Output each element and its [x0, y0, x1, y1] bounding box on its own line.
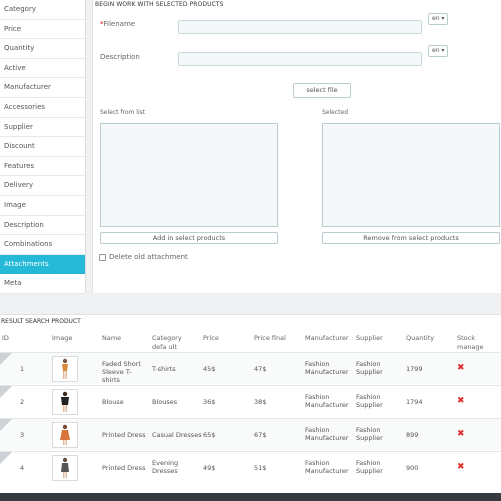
cell-name: Blouse: [102, 398, 124, 406]
column-header-supplier: Supplier: [356, 334, 383, 342]
cell-id: 4: [20, 464, 25, 472]
sidebar-item-discount[interactable]: Discount: [0, 137, 85, 157]
column-header-image: Image: [52, 334, 73, 342]
sidebar: Category Price Quantity Active Manufactu…: [0, 0, 86, 294]
cell-supplier: Fashion Supplier: [356, 393, 383, 409]
cell-category: Blouses: [152, 398, 178, 406]
row-select-corner[interactable]: [0, 452, 12, 464]
row-select-corner[interactable]: [0, 386, 12, 398]
product-thumbnail: [52, 356, 78, 382]
selected-label: Selected: [322, 109, 349, 116]
description-input[interactable]: [178, 52, 422, 66]
cell-name: Printed Dress: [102, 431, 146, 439]
sidebar-item-description[interactable]: Description: [0, 216, 85, 236]
bottom-bar: [0, 493, 501, 501]
cell-manufacturer: Fashion Manufacturer: [305, 426, 349, 442]
cell-price-final: 67$: [254, 431, 267, 439]
results-heading: RESULT SEARCH PRODUCT: [0, 314, 501, 328]
delete-old-attachment-label: Delete old attachment: [109, 253, 188, 261]
stock-disabled-icon[interactable]: ✖: [457, 363, 465, 373]
product-thumbnail: [52, 389, 78, 415]
column-header-category: Category defa ult: [152, 334, 182, 351]
sidebar-item-category[interactable]: Category: [0, 0, 85, 20]
cell-category: T-shirts: [152, 365, 176, 373]
remove-from-select-products-button[interactable]: Remove from select products: [322, 232, 500, 244]
select-from-list-label: Select from list: [100, 109, 146, 116]
cell-id: 3: [20, 431, 25, 439]
row-select-corner[interactable]: [0, 419, 12, 431]
filename-label: *Filename: [100, 20, 136, 28]
cell-price: 65$: [203, 431, 216, 439]
cell-name: Printed Dress: [102, 464, 146, 472]
cell-category: Evening Dresses: [152, 459, 179, 475]
table-row[interactable]: 2 Blouse Blouses 36$ 38$ Fashion Manufac…: [0, 385, 501, 417]
cell-price-final: 38$: [254, 398, 267, 406]
cell-category: Casual Dresses: [152, 431, 202, 439]
cell-price: 36$: [203, 398, 216, 406]
cell-manufacturer: Fashion Manufacturer: [305, 360, 349, 376]
column-header-quantity: Quantity: [406, 334, 435, 342]
sidebar-item-manufacturer[interactable]: Manufacturer: [0, 78, 85, 98]
cell-id: 1: [20, 365, 25, 373]
sidebar-item-accessories[interactable]: Accessories: [0, 98, 85, 118]
cell-price-final: 47$: [254, 365, 267, 373]
person-image-icon: [61, 391, 69, 412]
cell-quantity: 1799: [406, 365, 423, 373]
sidebar-item-image[interactable]: Image: [0, 196, 85, 216]
sidebar-item-price[interactable]: Price: [0, 20, 85, 40]
cell-quantity: 899: [406, 431, 419, 439]
select-file-button[interactable]: select file: [293, 83, 351, 98]
person-image-icon: [62, 358, 68, 379]
stock-disabled-icon[interactable]: ✖: [457, 396, 465, 406]
available-attachments-list[interactable]: [100, 123, 278, 227]
stock-disabled-icon[interactable]: ✖: [457, 462, 465, 472]
panel-heading: BEGIN WORK WITH SELECTED PRODUCTS: [95, 1, 224, 8]
sidebar-item-active[interactable]: Active: [0, 59, 85, 79]
sidebar-item-supplier[interactable]: Supplier: [0, 118, 85, 138]
cell-price-final: 51$: [254, 464, 267, 472]
delete-old-attachment-checkbox[interactable]: [99, 254, 106, 261]
sidebar-item-combinations[interactable]: Combinations: [0, 235, 85, 255]
sidebar-item-features[interactable]: Features: [0, 157, 85, 177]
column-header-price: Price: [203, 334, 219, 342]
cell-quantity: 1794: [406, 398, 423, 406]
column-header-price-final: Price final: [254, 334, 286, 342]
cell-quantity: 900: [406, 464, 419, 472]
stock-disabled-icon[interactable]: ✖: [457, 429, 465, 439]
description-label: Description: [100, 53, 140, 61]
add-in-select-products-button[interactable]: Add in select products: [100, 232, 278, 244]
sidebar-item-attachments[interactable]: Attachments: [0, 254, 85, 275]
sidebar-item-meta[interactable]: Meta: [0, 274, 85, 294]
table-row[interactable]: 1 Faded Short Sleeve T-shirts T-shirts 4…: [0, 352, 501, 384]
person-image-icon: [60, 424, 70, 445]
product-thumbnail: [52, 455, 78, 481]
cell-id: 2: [20, 398, 25, 406]
cell-name: Faded Short Sleeve T-shirts: [102, 360, 141, 384]
attachments-panel: BEGIN WORK WITH SELECTED PRODUCTS *Filen…: [92, 0, 501, 293]
cell-supplier: Fashion Supplier: [356, 459, 383, 475]
filename-input[interactable]: [178, 20, 422, 34]
results-table: ID Image Name Category defa ult Price Pr…: [0, 328, 501, 493]
filename-lang-dropdown[interactable]: en ▾: [428, 13, 448, 25]
sidebar-item-quantity[interactable]: Quantity: [0, 39, 85, 59]
table-row[interactable]: 3 Printed Dress Casual Dresses 65$ 67$ F…: [0, 418, 501, 450]
cell-supplier: Fashion Supplier: [356, 360, 383, 376]
cell-price: 45$: [203, 365, 216, 373]
cell-supplier: Fashion Supplier: [356, 426, 383, 442]
column-header-id: ID: [2, 334, 9, 342]
column-header-name: Name: [102, 334, 122, 342]
cell-price: 49$: [203, 464, 216, 472]
person-image-icon: [61, 457, 69, 478]
row-select-corner[interactable]: [0, 353, 12, 365]
selected-attachments-list[interactable]: [322, 123, 500, 227]
cell-manufacturer: Fashion Manufacturer: [305, 459, 349, 475]
cell-manufacturer: Fashion Manufacturer: [305, 393, 349, 409]
product-thumbnail: [52, 422, 78, 448]
sidebar-item-delivery[interactable]: Delivery: [0, 176, 85, 196]
description-lang-dropdown[interactable]: en ▾: [428, 45, 448, 57]
column-header-manufacturer: Manufacturer: [305, 334, 349, 342]
table-row[interactable]: 4 Printed Dress Evening Dresses 49$ 51$ …: [0, 451, 501, 483]
